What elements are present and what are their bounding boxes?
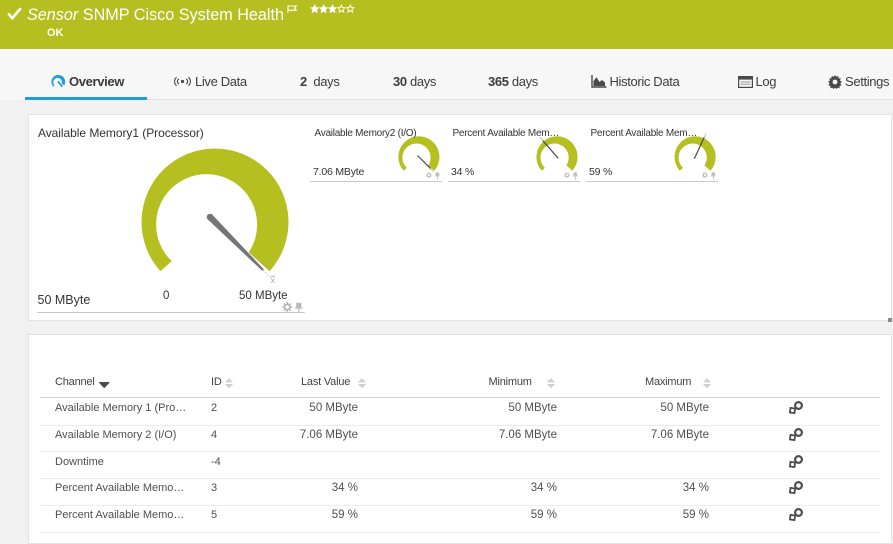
svg-text:x: x [271, 276, 275, 285]
